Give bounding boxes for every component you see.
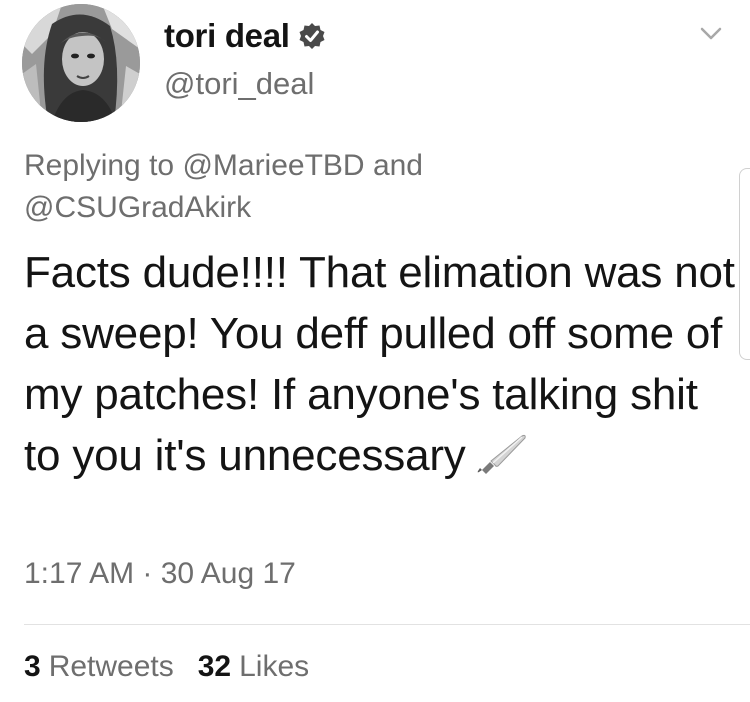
tweet-card: tori deal @tori_deal Replying to @Mariee… xyxy=(0,0,750,702)
avatar-image xyxy=(22,4,140,122)
tweet-body: Facts dude!!!! That elimation was not a … xyxy=(24,242,739,486)
likes-count: 32 xyxy=(197,650,232,683)
avatar[interactable] xyxy=(22,4,140,122)
retweets-count: 3 xyxy=(24,650,41,683)
reply-context: Replying to @MarieeTBD and @CSUGradAkirk xyxy=(24,145,584,229)
verified-badge-icon xyxy=(298,22,326,50)
display-name-row: tori deal xyxy=(164,16,326,56)
reply-joiner: and xyxy=(372,149,423,182)
reply-mention-link[interactable]: @CSUGradAkirk xyxy=(24,191,251,224)
tweet-timestamp[interactable]: 1:17 AM · 30 Aug 17 xyxy=(24,557,296,591)
handle[interactable]: @tori_deal xyxy=(164,66,326,102)
retweets-stat[interactable]: 3 Retweets xyxy=(24,650,174,684)
retweets-label: Retweets xyxy=(48,650,174,683)
knife-icon xyxy=(476,429,528,474)
chevron-down-icon[interactable] xyxy=(698,20,724,46)
tweet-stats: 3 Retweets 32 Likes xyxy=(24,650,333,684)
scroll-edge xyxy=(739,168,750,360)
author-block: tori deal @tori_deal xyxy=(164,16,326,102)
divider xyxy=(24,624,750,625)
display-name[interactable]: tori deal xyxy=(164,17,290,55)
likes-label: Likes xyxy=(239,650,310,683)
reply-prefix: Replying to xyxy=(24,149,175,182)
reply-mention-link[interactable]: @MarieeTBD xyxy=(182,149,364,182)
likes-stat[interactable]: 32 Likes xyxy=(198,650,309,684)
tweet-text: Facts dude!!!! That elimation was not a … xyxy=(24,248,735,480)
